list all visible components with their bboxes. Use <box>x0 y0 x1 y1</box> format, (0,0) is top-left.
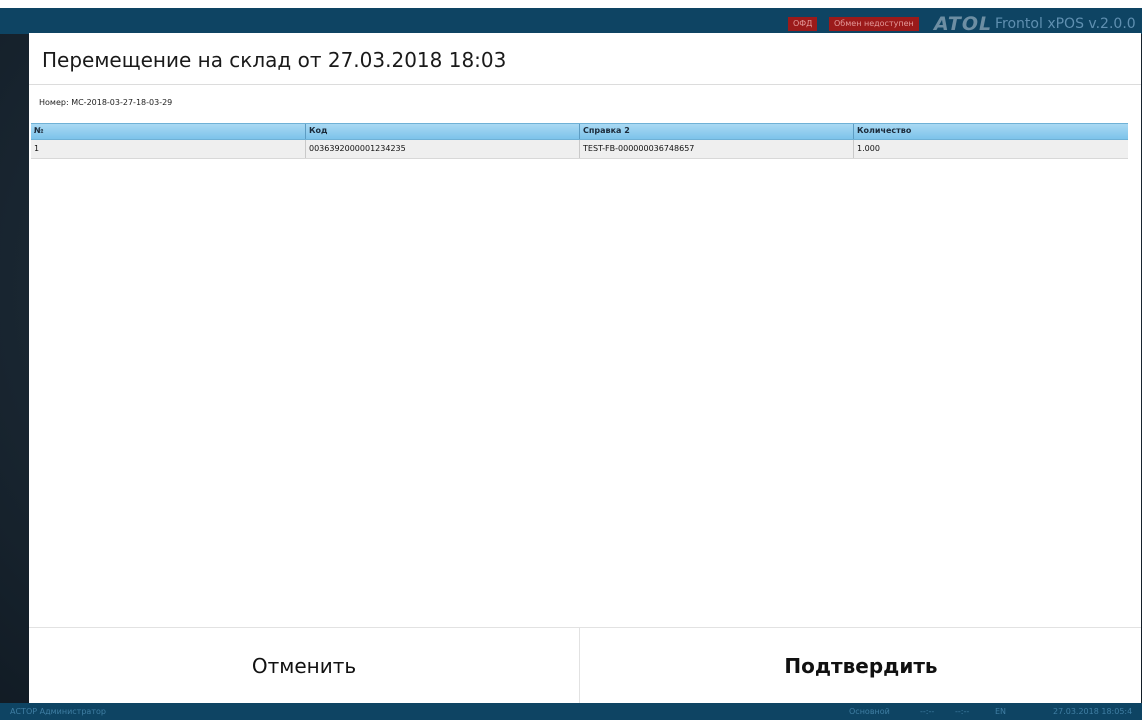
items-table[interactable]: № Код Справка 2 Количество 1 00363920000… <box>31 123 1128 159</box>
top-white-band <box>0 0 1142 8</box>
status-user: АСТОР Администратор <box>10 707 106 716</box>
cell-code: 0036392000001234235 <box>305 140 579 158</box>
table-row[interactable]: 1 0036392000001234235 TEST-FB-0000000367… <box>31 140 1128 159</box>
transfer-dialog: Перемещение на склад от 27.03.2018 18:03… <box>29 33 1141 704</box>
status-time-1: --:-- <box>920 707 935 716</box>
status-time-2: --:-- <box>955 707 970 716</box>
cell-number: 1 <box>34 144 40 153</box>
doc-number-value: МС-2018-03-27-18-03-29 <box>71 98 173 107</box>
app-version: Frontol xPOS v.2.0.0 <box>995 16 1136 32</box>
cell-quantity: 1.000 <box>853 140 1128 158</box>
title-divider <box>29 84 1141 85</box>
status-mode: Основной <box>849 707 890 716</box>
doc-number: Номер: МС-2018-03-27-18-03-29 <box>39 98 172 108</box>
table-header: № Код Справка 2 Количество <box>31 123 1128 140</box>
atol-logo: ATOL <box>934 13 993 35</box>
column-header-code[interactable]: Код <box>305 124 579 139</box>
column-header-number[interactable]: № <box>31 124 305 139</box>
status-datetime: 27.03.2018 18:05:4 <box>1053 707 1133 716</box>
ofd-badge: ОФД <box>788 17 818 31</box>
dialog-title: Перемещение на склад от 27.03.2018 18:03 <box>42 48 507 72</box>
cancel-button[interactable]: Отменить <box>29 628 579 704</box>
exchange-status-badge: Обмен недоступен <box>829 17 919 31</box>
dialog-buttons: Отменить Подтвердить <box>29 627 1141 704</box>
cell-reference: TEST-FB-000000036748657 <box>579 140 853 158</box>
column-header-quantity[interactable]: Количество <box>853 124 1128 139</box>
status-language[interactable]: EN <box>995 707 1006 717</box>
doc-number-label: Номер: <box>39 98 69 107</box>
confirm-button[interactable]: Подтвердить <box>579 628 1142 704</box>
status-bar: АСТОР Администратор Основной --:-- --:--… <box>0 703 1142 720</box>
column-header-reference[interactable]: Справка 2 <box>579 124 853 139</box>
